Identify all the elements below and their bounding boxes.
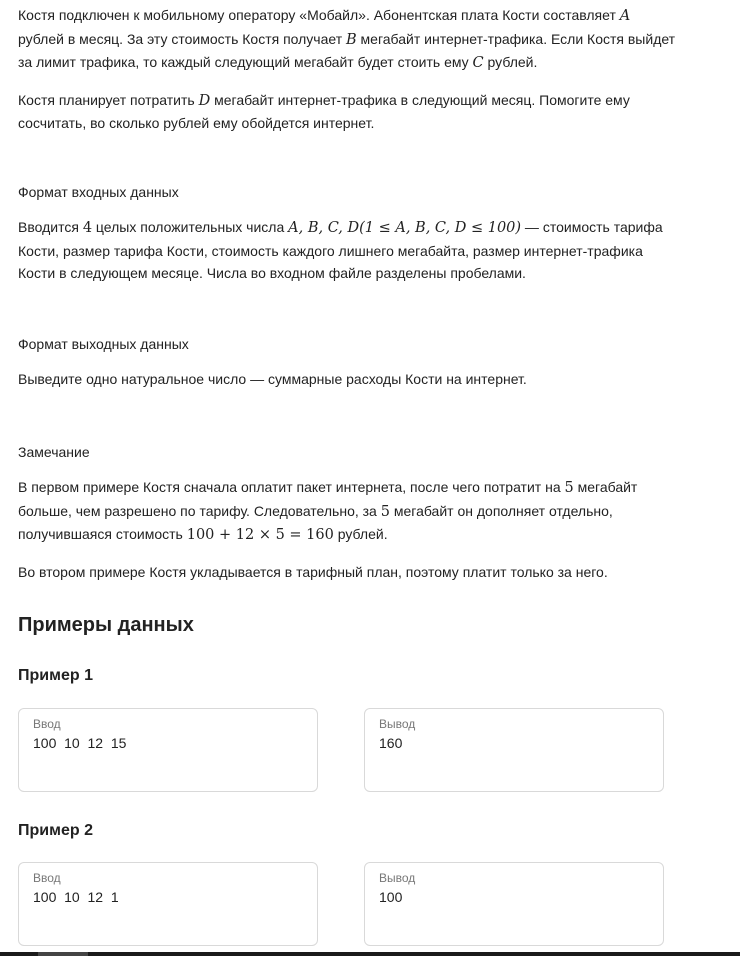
statement-text: Костя подключен к мобильному оператору «… [18, 7, 620, 23]
taskbar-strip [0, 952, 740, 956]
math-var-c: C [472, 55, 484, 71]
math-var-a: A [619, 8, 631, 24]
problem-statement: Костя подключен к мобильному оператору «… [18, 4, 678, 135]
math-var-d: D [198, 92, 211, 109]
note-paragraph-1: В первом примере Костя сначала оплатит п… [18, 476, 678, 547]
taskbar-segment [38, 952, 88, 956]
math-var-b: B [346, 31, 357, 48]
example-output-label: Вывод [379, 717, 416, 731]
statement-text: рублей в месяц. За эту стоимость Костя п… [18, 30, 347, 47]
statement-text: Костя планирует потратить [18, 91, 199, 108]
note-body: В первом примере Костя сначала оплатит п… [18, 476, 678, 583]
example-input-value[interactable]: 100 10 12 1 [33, 889, 119, 905]
math-constraint: A, B, C, D(1 ≤ A, B, C, D ≤ 100) [288, 220, 522, 236]
output-format-text: Выведите одно натуральное число — суммар… [18, 371, 527, 387]
example-input-value[interactable]: 100 10 12 15 [33, 735, 126, 751]
statement-text: рублей. [483, 54, 538, 70]
example-output-value[interactable]: 160 [379, 735, 402, 751]
example-input-label: Ввод [33, 717, 61, 731]
note-text: рублей. [333, 526, 388, 542]
note-title: Замечание [18, 444, 90, 460]
example-1-output-box[interactable]: Вывод 160 [364, 708, 664, 792]
statement-paragraph-1: Костя подключен к мобильному оператору «… [18, 4, 678, 75]
input-format-text: целых положительных числа [92, 219, 289, 235]
example-2-input-box[interactable]: Ввод 100 10 12 1 [18, 862, 318, 946]
examples-title: Примеры данных [18, 614, 194, 636]
math-expression: 100 + 12 × 5 = 160 [186, 527, 334, 543]
example-2-title: Пример 2 [18, 822, 93, 839]
input-format-body: Вводится 4 целых положительных числа A, … [18, 216, 678, 285]
example-output-label: Вывод [379, 871, 416, 885]
example-output-value[interactable]: 100 [379, 889, 402, 905]
example-2-output-box[interactable]: Вывод 100 [364, 862, 664, 946]
math-number: 5 [564, 480, 574, 496]
math-number: 4 [82, 220, 93, 236]
input-format-title: Формат входных данных [18, 184, 179, 200]
output-format-body: Выведите одно натуральное число — суммар… [18, 368, 678, 391]
output-format-title: Формат выходных данных [18, 336, 189, 352]
example-1-input-box[interactable]: Ввод 100 10 12 15 [18, 708, 318, 792]
note-text: В первом примере Костя сначала оплатит п… [18, 479, 565, 495]
statement-paragraph-2: Костя планирует потратить D мегабайт инт… [18, 89, 678, 135]
input-format-text: Вводится [18, 219, 83, 235]
example-1-title: Пример 1 [18, 667, 93, 684]
math-number: 5 [380, 503, 390, 520]
note-paragraph-2: Во втором примере Костя укладывается в т… [18, 563, 608, 580]
example-input-label: Ввод [33, 871, 61, 885]
